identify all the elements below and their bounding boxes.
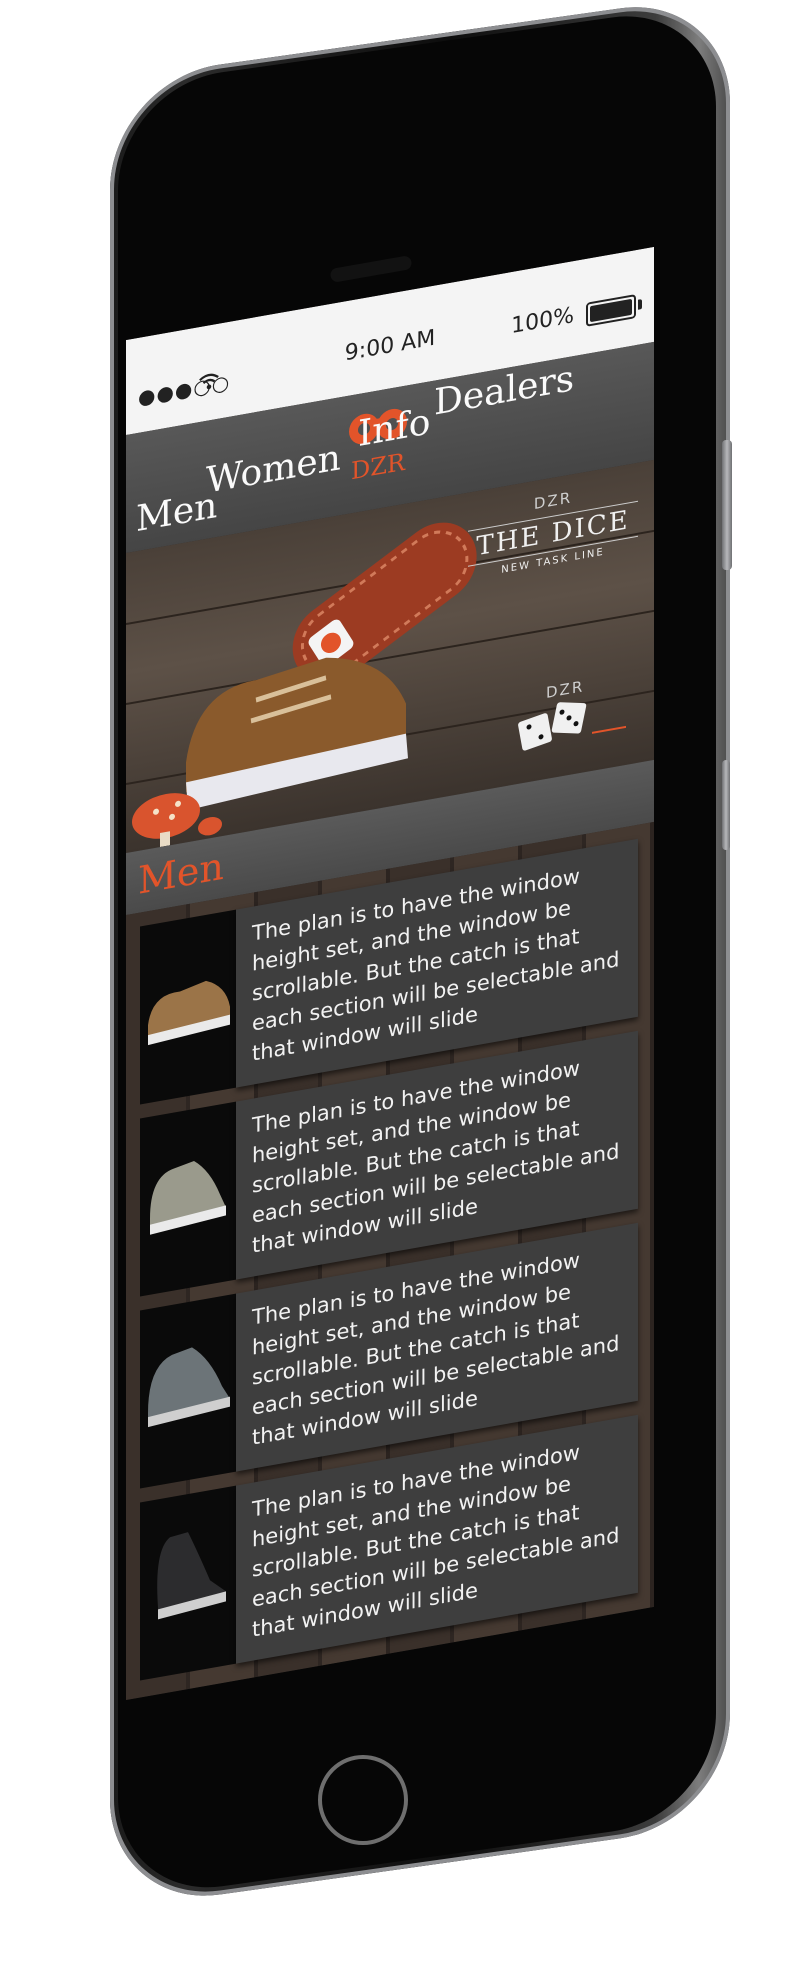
battery-percent: 100% — [511, 303, 574, 340]
product-thumbnail — [140, 909, 236, 1105]
shoe-icon — [150, 1161, 226, 1235]
battery-tip — [638, 299, 642, 310]
volume-button — [722, 760, 730, 850]
shoe-icon — [157, 1532, 226, 1620]
shoe-icon — [148, 1347, 230, 1428]
home-button[interactable] — [318, 1755, 408, 1845]
power-button — [722, 440, 732, 570]
app-screen: ●●●○○ 9:00 AM 100% Men Women DZR Info De… — [126, 246, 654, 1700]
product-list[interactable]: The plan is to have the window height se… — [126, 821, 654, 1700]
nav-women[interactable]: Women — [206, 437, 341, 502]
shoe-icon — [148, 980, 230, 1046]
product-thumbnail — [140, 1293, 236, 1489]
product-thumbnail — [140, 1485, 236, 1681]
section-title: Men — [138, 843, 224, 903]
product-thumbnail — [140, 1101, 236, 1297]
